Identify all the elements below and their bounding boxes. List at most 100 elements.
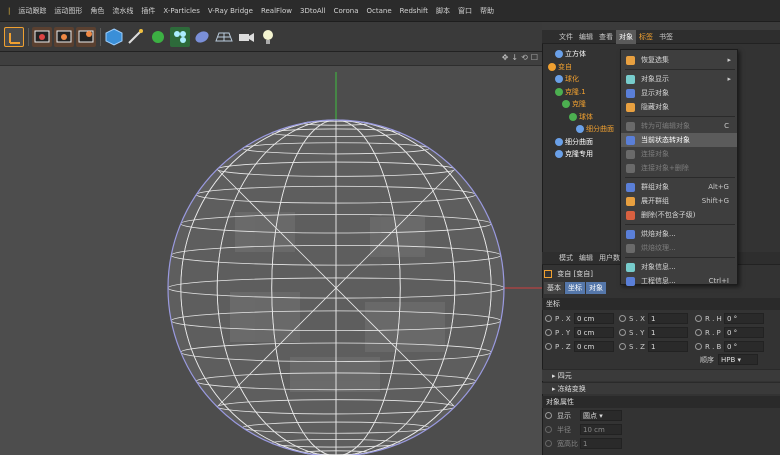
coord-radio[interactable] [619,343,626,350]
tree-row[interactable]: 细分曲面 [542,123,614,135]
viewport-nav-icons[interactable]: ✥ ↓ ⟲ ☐ [502,53,542,65]
om-tab-0[interactable]: 文件 [556,30,576,44]
menu-item-2[interactable]: 角色 [86,6,108,16]
display-radio[interactable] [545,412,552,419]
tree-row[interactable]: 立方体 [542,48,586,60]
context-menu-item[interactable]: 展开群组 Shift+G [621,194,737,208]
maximize-view-icon[interactable]: ☐ [531,53,538,65]
om-tab-3[interactable]: 对象 [616,29,636,44]
menu-item-8[interactable]: 3DtoAll [296,7,330,15]
zoom-view-icon[interactable]: ↓ [511,53,518,65]
coord-radio[interactable] [545,343,552,350]
am-subtab-coord[interactable]: 坐标 [565,282,585,294]
coord-value-field[interactable]: 0 cm [574,313,614,324]
menu-item-4[interactable]: 插件 [137,6,159,16]
context-menu-item[interactable]: 显示对象 [621,86,737,100]
om-tab-4[interactable]: 标签 [636,30,656,44]
tree-row[interactable]: 克隆.1 [542,86,586,98]
context-menu-item[interactable]: 对象信息... [621,260,737,274]
context-menu-item[interactable]: 群组对象 Alt+G [621,180,737,194]
coord-value-field[interactable]: 0 cm [574,341,614,352]
floor-grid-icon[interactable] [214,27,234,47]
3d-viewport[interactable] [0,52,542,455]
context-menu-item[interactable]: 当前状态转对象 [621,133,737,147]
menu-item-14[interactable]: 帮助 [476,6,498,16]
am-subtab-basic[interactable]: 基本 [544,282,564,294]
nurbs-icon[interactable] [148,27,168,47]
radius-radio[interactable] [545,426,552,433]
menu-item-11[interactable]: Redshift [396,7,432,15]
coord-value-field[interactable]: 1 [648,313,688,324]
context-menu-item[interactable]: 烘焙对象... [621,227,737,241]
coord-radio[interactable] [545,315,552,322]
menu-item-10[interactable]: Octane [362,7,395,15]
coord-value-field[interactable]: 1 [648,327,688,338]
menu-item-3[interactable]: 流水线 [108,6,137,16]
om-tab-1[interactable]: 编辑 [576,30,596,44]
coord-radio[interactable] [695,343,702,350]
cube-icon[interactable] [104,27,124,47]
am-subtab-object[interactable]: 对象 [586,282,606,294]
menu-item-12[interactable]: 脚本 [432,6,454,16]
menu-separator [625,257,735,258]
tree-row[interactable]: 球化 [542,73,579,85]
coord-radio[interactable] [619,329,626,336]
coord-radio[interactable] [545,329,552,336]
coord-radio[interactable] [695,315,702,322]
coord-value-field[interactable]: 0 cm [574,327,614,338]
deformer-icon[interactable] [192,27,212,47]
light-icon[interactable] [258,27,278,47]
pen-spline-icon[interactable] [126,27,146,47]
aspect-radio[interactable] [545,440,552,447]
am-tab-userdata[interactable]: 用户数 [596,251,623,265]
menu-item-shortcut: Shift+G [701,197,729,205]
render-settings-icon[interactable] [76,27,96,47]
am-tab-mode[interactable]: 模式 [556,251,576,265]
menu-item-1[interactable]: 运动图形 [50,6,86,16]
om-tab-2[interactable]: 查看 [596,30,616,44]
tree-row[interactable]: 克隆 [542,98,586,110]
menu-item-0[interactable]: 运动跟踪 [14,6,50,16]
coord-value-field[interactable]: 1 [648,341,688,352]
menu-item-6[interactable]: V-Ray Bridge [204,7,257,15]
coord-value-field[interactable]: 0 ° [724,327,764,338]
menu-item-5[interactable]: X-Particles [159,7,203,15]
am-tab-edit[interactable]: 编辑 [576,251,596,265]
context-menu-item[interactable]: 隐藏对象 [621,100,737,114]
rotate-view-icon[interactable]: ⟲ [521,53,528,65]
render-picture-icon[interactable] [54,27,74,47]
render-view-icon[interactable] [32,27,52,47]
context-menu-item[interactable]: 工程信息... Ctrl+I [621,274,737,288]
tree-row[interactable]: 球体 [542,111,593,123]
menu-separator [625,224,735,225]
collapse-quaternion[interactable]: ▸ 四元 [542,369,780,381]
radius-field[interactable]: 10 cm [580,424,622,435]
coord-radio[interactable] [695,329,702,336]
collapse-freeze[interactable]: ▸ 冻结变换 [542,382,780,394]
context-menu-item[interactable]: 恢复选集 ▸ [621,53,737,67]
coordinate-system-icon[interactable] [4,27,24,47]
tree-row-label: 变自 [558,62,572,71]
context-menu-item[interactable]: 对象显示 ▸ [621,72,737,86]
display-select[interactable]: 圆点 ▾ [580,410,622,421]
move-view-icon[interactable]: ✥ [502,53,509,65]
order-select[interactable]: HPB ▾ [718,354,758,365]
mograph-cloner-icon[interactable] [170,27,190,47]
tree-row-label: 克隆.1 [565,87,586,96]
menu-item-13[interactable]: 窗口 [454,6,476,16]
tree-row[interactable]: 细分曲面 [542,136,593,148]
tree-row[interactable]: 变自 [542,61,572,73]
menu-item-shortcut: Ctrl+I [708,277,729,285]
menu-item-label: 工程信息... [641,277,676,285]
menu-item-9[interactable]: Corona [330,7,363,15]
context-menu-item[interactable]: 删除(不包含子级) [621,208,737,222]
aspect-field[interactable]: 1 [580,438,622,449]
coord-radio[interactable] [619,315,626,322]
viewport-canvas[interactable] [0,52,542,455]
coord-value-field[interactable]: 0 ° [724,313,764,324]
menu-item-7[interactable]: RealFlow [257,7,296,15]
tree-row[interactable]: 克隆专用 [542,148,593,160]
camera-icon[interactable] [236,27,256,47]
coord-value-field[interactable]: 0 ° [724,341,764,352]
om-tab-5[interactable]: 书签 [656,30,676,44]
